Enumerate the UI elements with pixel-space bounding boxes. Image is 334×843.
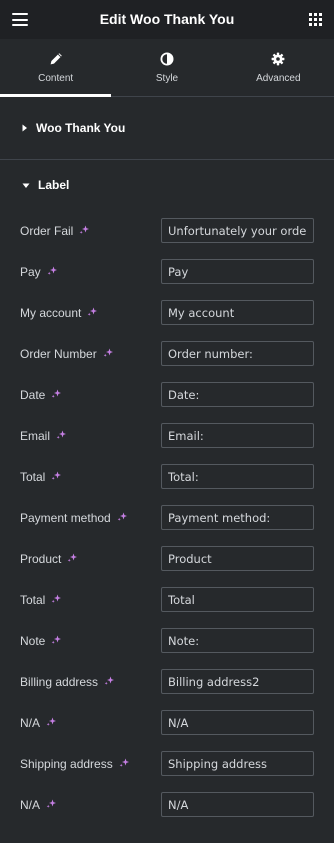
panel-tabs: Content Style Advanced <box>0 39 334 97</box>
field-row: Order Fail <box>20 210 314 251</box>
field-label-text: My account <box>20 305 82 320</box>
ai-sparkle-icon[interactable] <box>51 634 62 648</box>
field-label-text: Total <box>20 469 46 484</box>
ai-sparkle-icon[interactable] <box>51 470 62 484</box>
field-label-text: Date <box>20 387 46 402</box>
pencil-icon <box>49 52 63 66</box>
ai-sparkle-icon[interactable] <box>46 798 57 812</box>
field-row: N/A <box>20 784 314 825</box>
field-row: My account <box>20 292 314 333</box>
gear-icon <box>271 52 285 66</box>
field-row: Note <box>20 620 314 661</box>
field-label: Total <box>20 470 62 484</box>
ai-sparkle-icon[interactable] <box>51 593 62 607</box>
section-title: Label <box>38 178 70 192</box>
field-label-text: N/A <box>20 715 41 730</box>
ai-sparkle-icon[interactable] <box>104 675 115 689</box>
field-input[interactable] <box>161 710 314 735</box>
tab-label: Content <box>38 72 74 84</box>
section-label[interactable]: Label <box>0 160 334 210</box>
field-label: Shipping address <box>20 757 130 771</box>
field-label-text: Note <box>20 633 46 648</box>
section-woo-thank-you[interactable]: Woo Thank You <box>0 97 334 160</box>
tab-content[interactable]: Content <box>0 39 112 97</box>
ai-sparkle-icon[interactable] <box>47 265 58 279</box>
field-label: N/A <box>20 716 57 730</box>
ai-sparkle-icon[interactable] <box>67 552 78 566</box>
field-label: N/A <box>20 798 57 812</box>
field-input[interactable] <box>161 546 314 571</box>
field-input[interactable] <box>161 423 314 448</box>
field-label-text: Pay <box>20 264 41 279</box>
field-label-text: Billing address <box>20 674 99 689</box>
field-row: Product <box>20 538 314 579</box>
field-label-text: N/A <box>20 797 41 812</box>
field-label: Billing address <box>20 675 115 689</box>
field-label: Date <box>20 388 62 402</box>
field-input[interactable] <box>161 751 314 776</box>
field-row: Order Number <box>20 333 314 374</box>
field-label-text: Order Number <box>20 346 97 361</box>
field-row: N/A <box>20 702 314 743</box>
contrast-icon <box>160 52 174 66</box>
section-title: Woo Thank You <box>36 121 126 135</box>
caret-down-icon <box>22 178 30 192</box>
field-label: Total <box>20 593 62 607</box>
tab-advanced[interactable]: Advanced <box>223 39 334 96</box>
editor-header: Edit Woo Thank You <box>0 0 334 39</box>
field-input[interactable] <box>161 464 314 489</box>
field-input[interactable] <box>161 341 314 366</box>
field-label: Pay <box>20 265 58 279</box>
field-label: Email <box>20 429 67 443</box>
field-label: Payment method <box>20 511 128 525</box>
field-label-text: Shipping address <box>20 756 113 771</box>
field-label: Note <box>20 634 62 648</box>
field-label-text: Email <box>20 428 51 443</box>
field-input[interactable] <box>161 792 314 817</box>
ai-sparkle-icon[interactable] <box>56 429 67 443</box>
field-input[interactable] <box>161 382 314 407</box>
field-row: Total <box>20 456 314 497</box>
field-label-text: Product <box>20 551 62 566</box>
ai-sparkle-icon[interactable] <box>117 511 128 525</box>
field-label: My account <box>20 306 98 320</box>
ai-sparkle-icon[interactable] <box>87 306 98 320</box>
ai-sparkle-icon[interactable] <box>79 224 90 238</box>
field-row: Total <box>20 579 314 620</box>
field-label: Order Number <box>20 347 114 361</box>
page-title: Edit Woo Thank You <box>99 11 235 27</box>
ai-sparkle-icon[interactable] <box>51 388 62 402</box>
field-input[interactable] <box>161 669 314 694</box>
apps-grid-icon[interactable] <box>309 13 322 26</box>
caret-right-icon <box>22 121 28 135</box>
field-input[interactable] <box>161 259 314 284</box>
tab-label: Style <box>155 72 179 84</box>
field-row: Pay <box>20 251 314 292</box>
field-label-text: Order Fail <box>20 223 74 238</box>
field-input[interactable] <box>161 505 314 530</box>
ai-sparkle-icon[interactable] <box>119 757 130 771</box>
field-label: Order Fail <box>20 224 90 238</box>
ai-sparkle-icon[interactable] <box>103 347 114 361</box>
tab-style[interactable]: Style <box>111 39 222 96</box>
field-label-text: Total <box>20 592 46 607</box>
field-row: Payment method <box>20 497 314 538</box>
field-row: Shipping address <box>20 743 314 784</box>
field-label: Product <box>20 552 78 566</box>
ai-sparkle-icon[interactable] <box>46 716 57 730</box>
tab-label: Advanced <box>256 72 301 84</box>
field-input[interactable] <box>161 628 314 653</box>
field-row: Email <box>20 415 314 456</box>
field-input[interactable] <box>161 587 314 612</box>
label-fields: Order Fail Pay My account Order Number Date E… <box>0 210 334 825</box>
field-row: Billing address <box>20 661 314 702</box>
field-input[interactable] <box>161 300 314 325</box>
field-input[interactable] <box>161 218 314 243</box>
menu-icon[interactable] <box>12 13 28 26</box>
field-row: Date <box>20 374 314 415</box>
field-label-text: Payment method <box>20 510 111 525</box>
